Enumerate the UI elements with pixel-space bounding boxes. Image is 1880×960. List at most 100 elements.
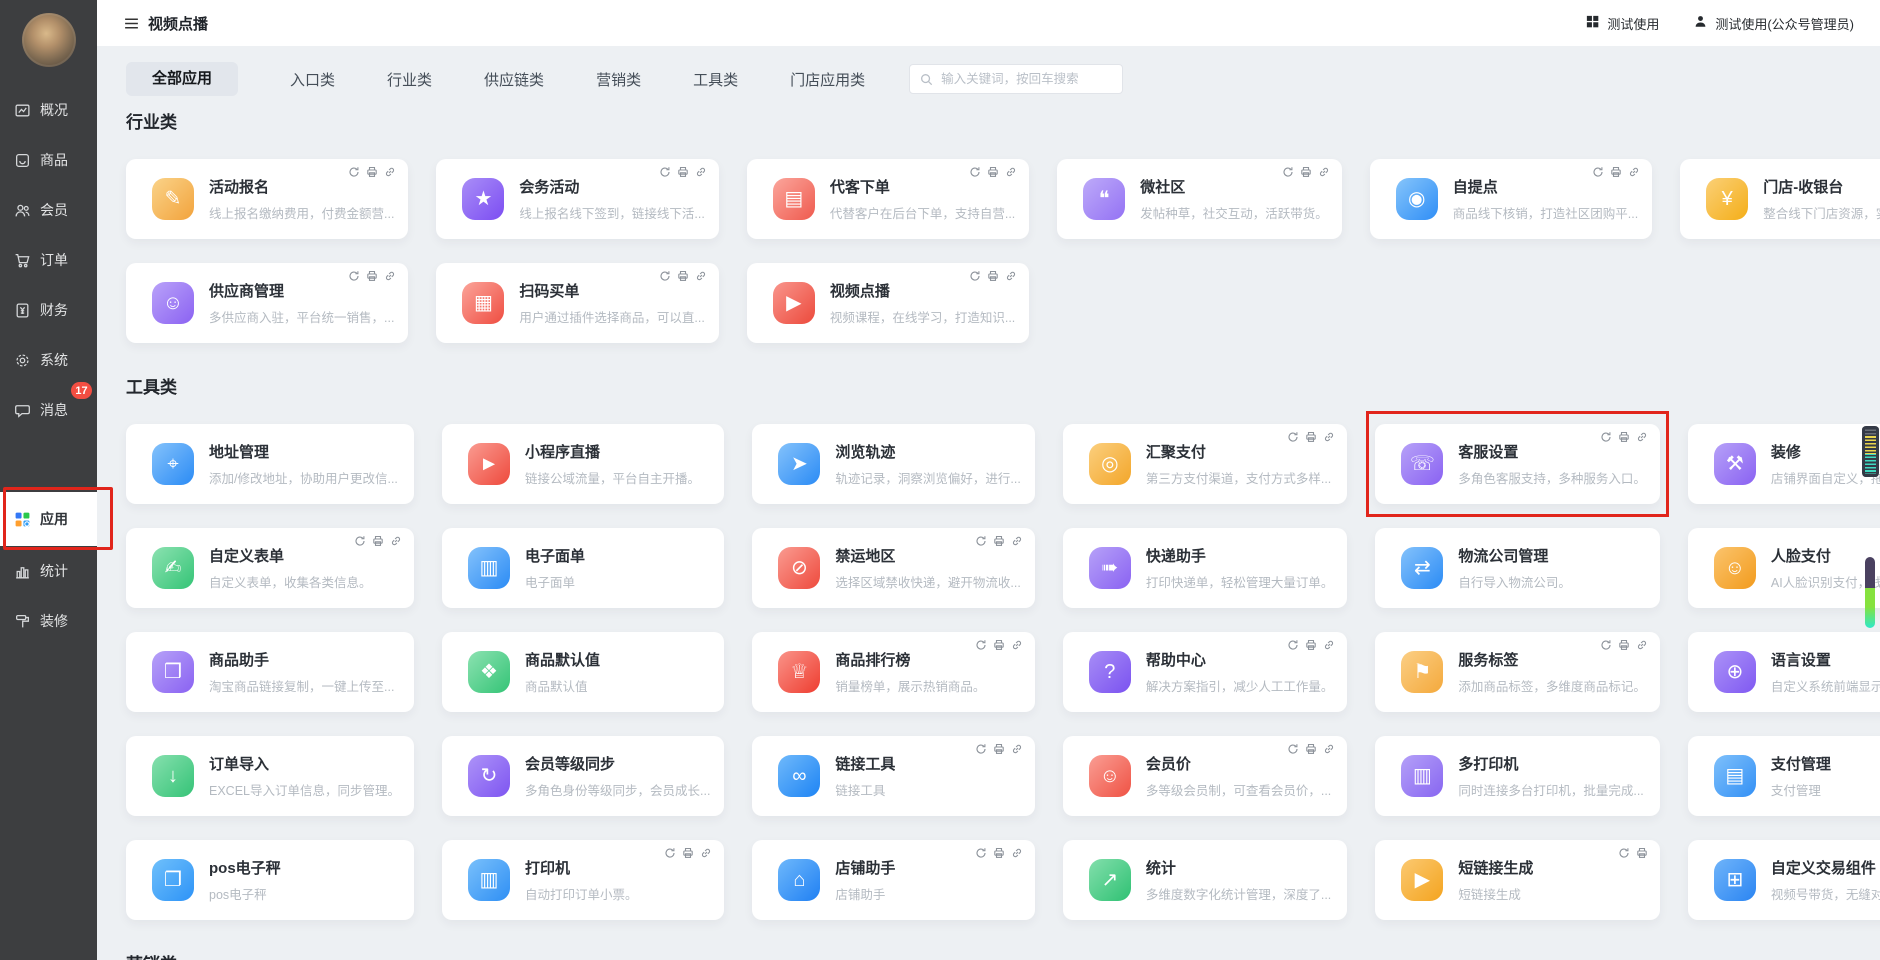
link-icon[interactable] xyxy=(1011,847,1023,859)
tab-industry[interactable]: 行业类 xyxy=(387,69,432,90)
refresh-icon[interactable] xyxy=(1592,166,1604,178)
link-icon[interactable] xyxy=(1323,431,1335,443)
refresh-icon[interactable] xyxy=(1600,431,1612,443)
refresh-icon[interactable] xyxy=(354,535,366,547)
search-box[interactable] xyxy=(909,64,1124,94)
hamburger-menu-icon[interactable] xyxy=(123,15,140,32)
app-card[interactable]: ♕ 商品排行榜 销量榜单，展示热销商品。 xyxy=(752,632,1035,712)
tab-entry[interactable]: 入口类 xyxy=(290,69,335,90)
link-icon[interactable] xyxy=(1636,639,1648,651)
app-card[interactable]: ▶ 短链接生成 短链接生成 xyxy=(1375,840,1660,920)
app-card[interactable]: ✎ 活动报名 线上报名缴纳费用，付费金额营... xyxy=(126,159,409,239)
app-card[interactable]: ▤ 代客下单 代替客户在后台下单，支持自营... xyxy=(746,159,1030,239)
account-menu[interactable]: 测试使用(公众号管理员) xyxy=(1693,14,1854,33)
print-icon[interactable] xyxy=(987,166,999,178)
refresh-icon[interactable] xyxy=(1282,166,1294,178)
sidebar-item-messages[interactable]: 消息 17 xyxy=(0,382,97,435)
sidebar-item-overview[interactable]: 概况 xyxy=(0,85,97,135)
app-card[interactable]: ◉ 自提点 商品线下核销，打造社区团购平... xyxy=(1369,159,1653,239)
print-icon[interactable] xyxy=(993,743,1005,755)
app-card[interactable]: ❒ 商品助手 淘宝商品链接复制，一键上传至... xyxy=(126,632,414,712)
sidebar-item-orders[interactable]: 订单 xyxy=(0,235,97,285)
print-icon[interactable] xyxy=(682,847,694,859)
refresh-icon[interactable] xyxy=(348,270,360,282)
print-icon[interactable] xyxy=(993,535,1005,547)
refresh-icon[interactable] xyxy=(659,166,671,178)
app-card[interactable]: ↓ 订单导入 EXCEL导入订单信息，同步管理。 xyxy=(126,736,414,816)
link-icon[interactable] xyxy=(390,535,402,547)
app-card[interactable]: ↻ 会员等级同步 多角色身份等级同步，会员成长... xyxy=(442,736,725,816)
app-card[interactable]: ¥ 门店-收银台整合线下门店资源，实现O2O异... xyxy=(1680,159,1880,239)
tab-supply-chain[interactable]: 供应链类 xyxy=(484,69,544,90)
app-card[interactable]: ⊞ 自定义交易组件视频号带货，无缝对接小程序。 xyxy=(1687,840,1880,920)
tab-all[interactable]: 全部应用 xyxy=(126,62,239,96)
app-card[interactable]: ❖ 商品默认值 商品默认值 xyxy=(442,632,725,712)
link-icon[interactable] xyxy=(384,166,396,178)
print-icon[interactable] xyxy=(677,166,689,178)
refresh-icon[interactable] xyxy=(1287,743,1299,755)
link-icon[interactable] xyxy=(1323,639,1335,651)
app-card[interactable]: ☺ 人脸支付 AI人脸识别支付，线上支付即成... xyxy=(1687,528,1880,608)
refresh-icon[interactable] xyxy=(969,270,981,282)
app-card[interactable]: ⌖ 地址管理 添加/修改地址，协助用户更改信... xyxy=(126,424,414,504)
link-icon[interactable] xyxy=(1636,431,1648,443)
sidebar-item-decorate[interactable]: 装修 xyxy=(0,596,97,646)
app-card[interactable]: ⊕ 语言设置自定义系统前端显示，个性化运... xyxy=(1687,632,1880,712)
refresh-icon[interactable] xyxy=(1287,639,1299,651)
print-icon[interactable] xyxy=(1618,431,1630,443)
app-card[interactable]: ▥ 多打印机 同时连接多台打印机，批量完成... xyxy=(1375,736,1660,816)
print-icon[interactable] xyxy=(372,535,384,547)
refresh-icon[interactable] xyxy=(975,535,987,547)
tab-marketing[interactable]: 营销类 xyxy=(596,69,641,90)
sidebar-item-apps[interactable]: 应用 xyxy=(0,487,113,550)
app-card[interactable]: ∞ 链接工具 链接工具 xyxy=(752,736,1035,816)
print-icon[interactable] xyxy=(1636,847,1648,859)
print-icon[interactable] xyxy=(993,639,1005,651)
link-icon[interactable] xyxy=(695,270,707,282)
refresh-icon[interactable] xyxy=(969,166,981,178)
tab-store[interactable]: 门店应用类 xyxy=(790,69,865,90)
tab-tools[interactable]: 工具类 xyxy=(693,69,738,90)
app-card[interactable]: ▦ 扫码买单 用户通过插件选择商品，可以直... xyxy=(436,263,719,343)
refresh-icon[interactable] xyxy=(1618,847,1630,859)
app-card[interactable]: ❝ 微社区 发帖种草，社交互动，活跃带货。 xyxy=(1057,159,1342,239)
link-icon[interactable] xyxy=(695,166,707,178)
app-card[interactable]: ► 小程序直播 链接公域流量，平台自主开播。 xyxy=(442,424,725,504)
print-icon[interactable] xyxy=(1305,639,1317,651)
refresh-icon[interactable] xyxy=(664,847,676,859)
app-card[interactable]: ⊘ 禁运地区 选择区域禁收快递，避开物流收... xyxy=(752,528,1035,608)
refresh-icon[interactable] xyxy=(1600,639,1612,651)
sidebar-item-statistics[interactable]: 统计 xyxy=(0,546,97,596)
search-input[interactable] xyxy=(939,71,1113,87)
app-card[interactable]: ↗ 统计 多维度数字化统计管理，深度了... xyxy=(1062,840,1348,920)
print-icon[interactable] xyxy=(677,270,689,282)
app-card[interactable]: ◎ 汇聚支付 第三方支付渠道，支付方式多样... xyxy=(1062,424,1348,504)
print-icon[interactable] xyxy=(1305,431,1317,443)
refresh-icon[interactable] xyxy=(659,270,671,282)
print-icon[interactable] xyxy=(987,270,999,282)
app-card[interactable]: ☏ 客服设置 多角色客服支持，多种服务入口。 xyxy=(1366,411,1669,517)
print-icon[interactable] xyxy=(1610,166,1622,178)
workspace-switcher[interactable]: 测试使用 xyxy=(1585,14,1659,33)
link-icon[interactable] xyxy=(1628,166,1640,178)
app-card[interactable]: ✍ 自定义表单 自定义表单，收集各类信息。 xyxy=(126,528,414,608)
print-icon[interactable] xyxy=(1618,639,1630,651)
link-icon[interactable] xyxy=(1011,535,1023,547)
link-icon[interactable] xyxy=(1318,166,1330,178)
app-card[interactable]: ⇄ 物流公司管理 自行导入物流公司。 xyxy=(1375,528,1660,608)
refresh-icon[interactable] xyxy=(975,639,987,651)
app-card[interactable]: ❐ pos电子秤 pos电子秤 xyxy=(126,840,414,920)
link-icon[interactable] xyxy=(384,270,396,282)
app-card[interactable]: ➠ 快递助手 打印快递单，轻松管理大量订单。 xyxy=(1062,528,1348,608)
refresh-icon[interactable] xyxy=(975,743,987,755)
app-card[interactable]: ⌂ 店铺助手 店铺助手 xyxy=(752,840,1035,920)
link-icon[interactable] xyxy=(1011,639,1023,651)
sidebar-item-finance[interactable]: 财务 xyxy=(0,285,97,335)
app-card[interactable]: ➤ 浏览轨迹 轨迹记录，洞察浏览偏好，进行... xyxy=(752,424,1035,504)
sidebar-item-system[interactable]: 系统 xyxy=(0,335,97,385)
print-icon[interactable] xyxy=(366,166,378,178)
app-card[interactable]: ★ 会务活动 线上报名线下签到，链接线下活... xyxy=(436,159,719,239)
refresh-icon[interactable] xyxy=(348,166,360,178)
app-card[interactable]: ☺ 会员价 多等级会员制，可查看会员价，... xyxy=(1062,736,1348,816)
app-card[interactable]: ▤ 支付管理 支付管理 xyxy=(1687,736,1880,816)
